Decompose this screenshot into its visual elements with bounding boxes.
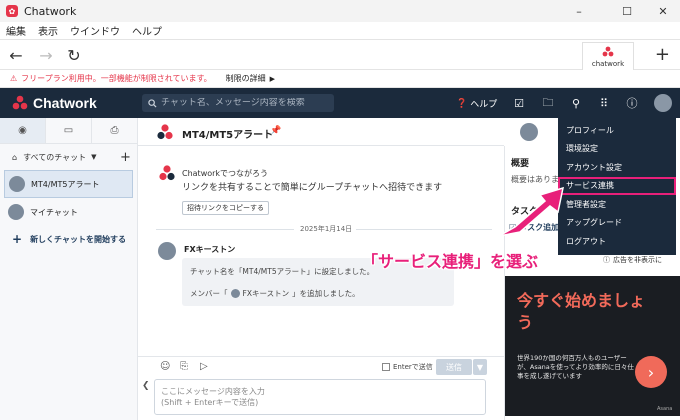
annotation-arrow [498, 186, 564, 237]
arrow-shape [498, 186, 564, 237]
app-root: ✿ Chatwork – ☐ ✕ 編集 表示 ウインドウ ヘルプ ← → ↻ c… [0, 0, 680, 420]
annotation-text: 「サービス連携」を選ぶ [362, 252, 539, 271]
